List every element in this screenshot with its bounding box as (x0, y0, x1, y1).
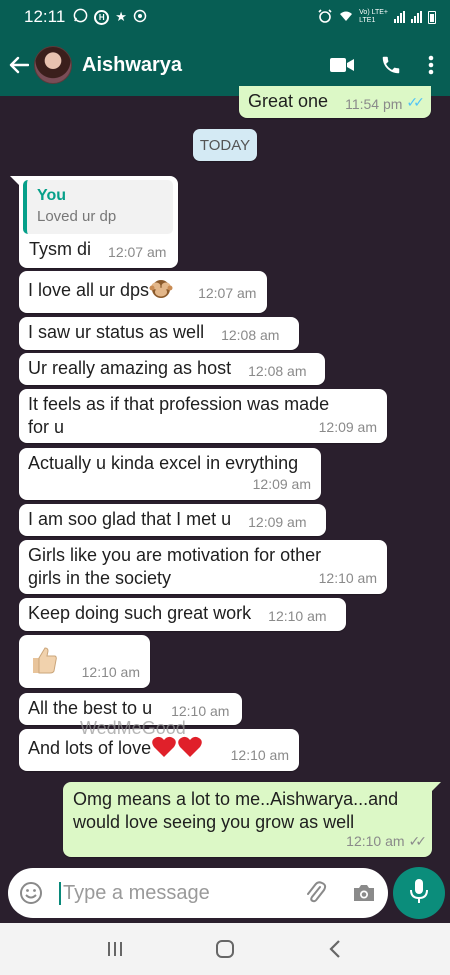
message-bubble-reply[interactable]: You Loved ur dp Tysm di 12:07 am (19, 176, 178, 268)
message-input[interactable] (59, 881, 279, 905)
recent-apps-icon[interactable] (95, 929, 135, 969)
system-nav-bar (0, 923, 450, 975)
red-heart-icon (177, 735, 203, 759)
date-chip: TODAY (193, 129, 257, 161)
whatsapp-notification-icon (73, 8, 88, 26)
read-receipt-icon: ✓✓ (406, 94, 425, 110)
chat-area[interactable]: Great one 11:54 pm ✓✓ TODAY You Loved ur … (0, 86, 450, 863)
wifi-icon (339, 10, 353, 25)
status-time: 12:11 (24, 7, 66, 26)
message-time: 12:09 am (318, 419, 377, 435)
paperclip-icon[interactable] (303, 878, 329, 908)
message-text: It feels as if that profession was made (28, 394, 330, 414)
red-heart-icon (151, 735, 177, 759)
hike-notification-icon: H (94, 9, 110, 25)
message-text: Keep doing such great work (28, 603, 252, 623)
thumbs-up-icon (29, 645, 59, 681)
message-time: 12:10 am (171, 703, 230, 719)
message-text: I am soo glad that I met u (28, 509, 232, 529)
message-text: And lots of love (28, 738, 152, 758)
status-bar: 12:11 H ★ Vo) LTE+ LTE1 (0, 0, 450, 34)
message-bubble-incoming[interactable]: 12:10 am (19, 635, 150, 688)
back-nav-icon[interactable] (315, 929, 355, 969)
message-time: 12:09 am (252, 476, 311, 492)
message-bubble-incoming[interactable]: Girls like you are motivation for other … (19, 540, 387, 594)
back-arrow-icon[interactable] (2, 34, 36, 96)
message-bubble-outgoing[interactable]: Omg means a lot to me..Aishwarya...and w… (63, 782, 432, 857)
message-text: Omg means a lot to me..Aishwarya...and (73, 789, 399, 809)
camera-icon[interactable] (349, 878, 379, 908)
message-bubble-incoming[interactable]: Keep doing such great work 12:10 am (19, 598, 346, 631)
see-no-evil-monkey-icon (149, 277, 173, 299)
message-time: 12:10 am (268, 608, 327, 624)
home-icon[interactable] (205, 929, 245, 969)
message-text: Girls like you are motivation for other (28, 545, 322, 565)
message-text: I saw ur status as well (28, 322, 205, 342)
alarm-icon (317, 8, 333, 26)
message-time: 11:54 pm (345, 96, 403, 112)
emoji-icon[interactable] (17, 879, 45, 907)
message-text: I love all ur dps (28, 280, 150, 300)
message-bubble-incoming[interactable]: And lots of love 12:10 am (19, 729, 299, 771)
message-bubble-incoming[interactable]: It feels as if that profession was made … (19, 389, 387, 443)
message-bubble-incoming[interactable]: Actually u kinda excel in evrything 12:0… (19, 448, 321, 500)
message-time: 12:09 am (248, 514, 307, 530)
delivered-ticks-icon: ✓✓ (408, 833, 428, 849)
sync-icon (133, 9, 147, 26)
network-label: Vo) LTE+ LTE1 (359, 9, 388, 24)
message-time: 12:10 am (318, 570, 377, 586)
message-time: 12:08 am (221, 327, 280, 343)
message-text: Great one (248, 91, 329, 111)
message-bubble-incoming[interactable]: All the best to u 12:10 am (19, 693, 242, 725)
message-text: Actually u kinda excel in evrything (28, 453, 299, 473)
message-text: Tysm di (29, 239, 92, 259)
message-time: 12:10 am (230, 747, 289, 763)
bubble-tail (10, 176, 20, 186)
message-time: 12:10 am (346, 833, 405, 849)
message-bubble-outgoing[interactable]: Great one 11:54 pm ✓✓ (239, 86, 431, 118)
message-text: All the best to u (28, 698, 153, 718)
message-text: Ur really amazing as host (28, 358, 232, 378)
microphone-button[interactable] (393, 867, 445, 919)
quoted-message[interactable]: You Loved ur dp (23, 180, 173, 234)
video-call-icon[interactable] (330, 45, 354, 85)
more-options-icon[interactable] (428, 45, 434, 85)
message-bubble-incoming[interactable]: I am soo glad that I met u 12:09 am (19, 504, 326, 536)
message-time: 12:07 am (198, 285, 257, 301)
message-time: 12:07 am (108, 244, 167, 260)
star-icon: ★ (115, 9, 127, 24)
contact-avatar[interactable] (34, 46, 72, 84)
composer-bar (0, 863, 450, 923)
battery-icon (428, 10, 436, 24)
signal-icon-2 (411, 11, 422, 23)
contact-name[interactable]: Aishwarya (82, 54, 182, 77)
message-bubble-incoming[interactable]: I love all ur dps 12:07 am (19, 271, 267, 313)
quote-author: You (37, 187, 67, 204)
bubble-tail (431, 782, 441, 792)
message-time: 12:08 am (248, 363, 307, 379)
composer-pill (8, 868, 388, 918)
message-bubble-incoming[interactable]: I saw ur status as well 12:08 am (19, 317, 299, 350)
quote-text: Loved ur dp (37, 208, 117, 225)
message-time: 12:10 am (81, 664, 140, 680)
message-bubble-incoming[interactable]: Ur really amazing as host 12:08 am (19, 353, 325, 385)
voice-call-icon[interactable] (380, 45, 402, 85)
signal-icon (394, 11, 405, 23)
microphone-icon (409, 878, 429, 909)
